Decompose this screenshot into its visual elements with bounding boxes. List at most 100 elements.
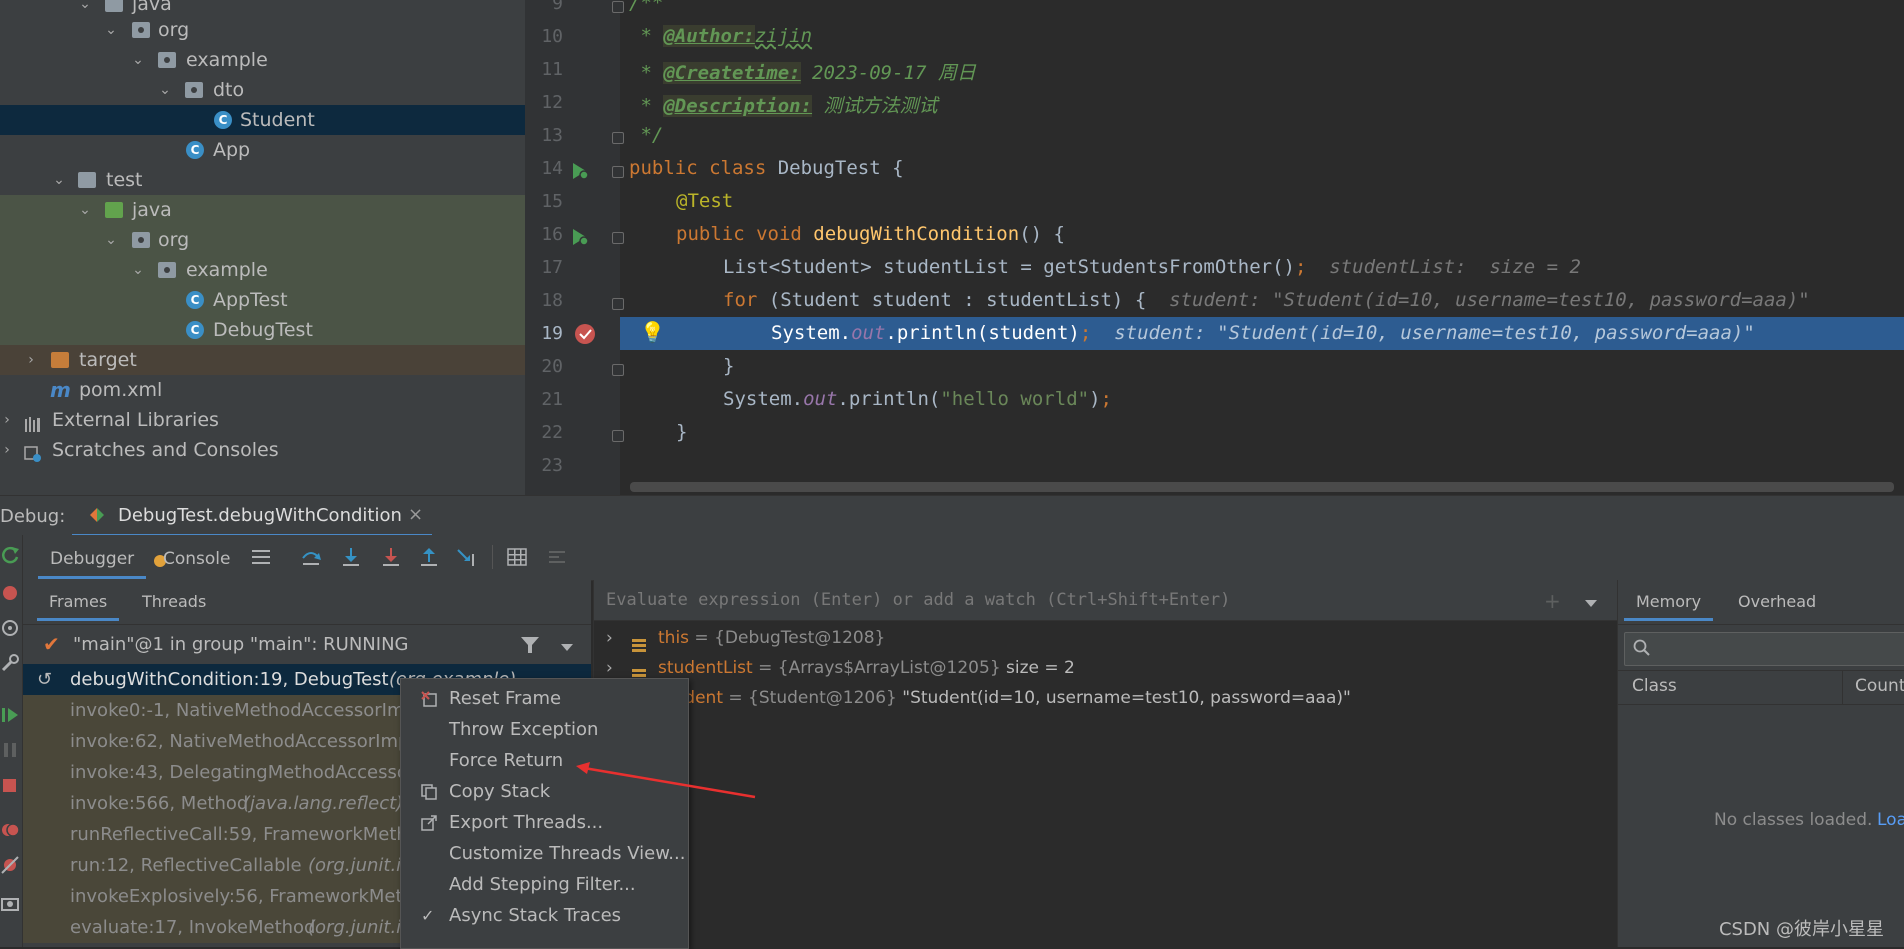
tree-item-dto[interactable]: ⌄ dto	[0, 75, 525, 105]
rerun-icon[interactable]	[0, 545, 20, 569]
line-number: 23	[541, 455, 563, 476]
line-number: 19	[541, 323, 563, 344]
chevron-down-icon[interactable]: ⌄	[104, 233, 118, 247]
close-icon[interactable]: ×	[408, 504, 423, 525]
chevron-down-icon[interactable]	[560, 638, 574, 657]
tree-item-org[interactable]: ⌄ org	[0, 15, 525, 45]
chevron-down-icon[interactable]: ⌄	[158, 83, 172, 97]
tab-threads[interactable]: Threads	[142, 592, 206, 611]
tree-item-java-test[interactable]: ⌄ java	[0, 195, 525, 225]
menu-item-async-stack-traces[interactable]: ✓ Async Stack Traces	[401, 900, 688, 931]
tab-debugger[interactable]: Debugger	[37, 549, 147, 579]
tree-item-org-test[interactable]: ⌄ org	[0, 225, 525, 255]
debug-config-icon	[88, 506, 106, 528]
step-over-icon[interactable]	[300, 546, 322, 568]
mute-breakpoints-icon[interactable]	[0, 855, 20, 879]
chevron-right-icon[interactable]: ›	[606, 623, 613, 653]
breakpoint-icon[interactable]	[574, 323, 596, 349]
tree-item-example[interactable]: ⌄ example	[0, 45, 525, 75]
add-watch-icon[interactable]: +	[1544, 589, 1561, 613]
lightbulb-icon[interactable]: 💡	[640, 320, 665, 344]
tab-frames[interactable]: Frames	[36, 592, 120, 621]
column-class[interactable]: Class	[1632, 676, 1677, 696]
run-to-cursor-icon[interactable]	[456, 546, 478, 568]
chevron-down-icon[interactable]: ⌄	[131, 53, 145, 67]
stop-icon[interactable]	[0, 775, 20, 799]
export-icon	[421, 815, 437, 831]
chevron-right-icon[interactable]: ›	[0, 413, 14, 427]
chevron-right-icon[interactable]: ›	[0, 443, 14, 457]
fold-icon[interactable]	[612, 166, 624, 178]
menu-item-add-stepping-filter[interactable]: Add Stepping Filter...	[401, 869, 688, 900]
show-execution-point-icon[interactable]	[250, 546, 272, 568]
chevron-down-icon[interactable]	[1584, 594, 1598, 613]
tree-item-test[interactable]: ⌄ test	[0, 165, 525, 195]
code-editor[interactable]: 9 10 11 12 13 14 15 16 17 18 19 20 21 22…	[525, 0, 1904, 495]
menu-item-customize-threads-view[interactable]: Customize Threads View...	[401, 838, 688, 869]
tree-item-apptest[interactable]: C AppTest	[0, 285, 525, 315]
debug-session-tab[interactable]: DebugTest.debugWithCondition ×	[72, 496, 432, 537]
checkmark-icon: ✔	[43, 632, 60, 656]
pause-icon[interactable]	[0, 740, 20, 764]
tree-item-external-libraries[interactable]: › External Libraries	[0, 405, 525, 435]
variable-row[interactable]: › studentList = {Arrays$ArrayList@1205} …	[594, 653, 1614, 683]
chevron-down-icon[interactable]: ⌄	[104, 23, 118, 37]
tab-memory[interactable]: Memory	[1623, 592, 1714, 621]
evaluate-input[interactable]: Evaluate expression (Enter) or add a wat…	[606, 590, 1230, 610]
fold-icon[interactable]	[612, 132, 624, 144]
load-classes-link[interactable]: Load	[1877, 810, 1904, 830]
run-test-icon[interactable]	[569, 226, 591, 252]
menu-item-export-threads[interactable]: Export Threads...	[401, 807, 688, 838]
line-number: 12	[541, 92, 563, 113]
variable-row[interactable]: › this = {DebugTest@1208}	[594, 623, 1614, 653]
settings-icon[interactable]	[0, 618, 20, 642]
chevron-down-icon[interactable]: ⌄	[78, 203, 92, 217]
line-number: 20	[541, 356, 563, 377]
memory-panel: Memory Overhead Class Count No classes l…	[1617, 580, 1904, 947]
trace-current-stream-icon[interactable]	[546, 546, 568, 568]
fold-icon[interactable]	[612, 430, 624, 442]
tree-item-target[interactable]: › target	[0, 345, 525, 375]
rerun-failed-icon[interactable]	[0, 583, 20, 607]
watch-input-bar[interactable]: Evaluate expression (Enter) or add a wat…	[594, 580, 1617, 621]
chevron-down-icon[interactable]: ⌄	[131, 263, 145, 277]
variable-row[interactable]: student = {Student@1206} "Student(id=10,…	[594, 683, 1614, 713]
resume-program-icon[interactable]	[0, 705, 20, 729]
chevron-down-icon[interactable]: ⌄	[78, 0, 92, 11]
divider	[1842, 670, 1843, 704]
horizontal-scrollbar[interactable]	[630, 482, 1894, 492]
menu-item-throw-exception[interactable]: Throw Exception	[401, 714, 688, 745]
tree-item-example-test[interactable]: ⌄ example	[0, 255, 525, 285]
fold-icon[interactable]	[612, 232, 624, 244]
tree-item-scratches[interactable]: › Scratches and Consoles	[0, 435, 525, 465]
tab-console[interactable]: Console	[163, 549, 231, 569]
tree-item-debugtest[interactable]: C DebugTest	[0, 315, 525, 345]
view-breakpoints-icon[interactable]	[0, 820, 20, 844]
frame-context-menu: Reset Frame Throw Exception Force Return…	[400, 678, 689, 949]
chevron-right-icon[interactable]: ›	[24, 353, 38, 367]
memory-search-input[interactable]	[1624, 632, 1904, 666]
tree-item-app[interactable]: C App	[0, 135, 525, 165]
column-count[interactable]: Count	[1855, 676, 1904, 696]
evaluate-expression-icon[interactable]	[506, 546, 528, 568]
run-test-icon[interactable]	[569, 160, 591, 186]
force-step-into-icon[interactable]	[380, 546, 402, 568]
step-into-icon[interactable]	[340, 546, 362, 568]
fold-icon[interactable]	[612, 298, 624, 310]
tab-overhead[interactable]: Overhead	[1738, 592, 1816, 611]
tree-item-student[interactable]: C Student	[0, 105, 525, 135]
filter-icon[interactable]	[520, 635, 540, 659]
thread-selector[interactable]: ✔ "main"@1 in group "main": RUNNING	[23, 626, 591, 662]
chevron-down-icon[interactable]: ⌄	[52, 173, 66, 187]
line-number: 10	[541, 26, 563, 47]
step-out-icon[interactable]	[418, 546, 440, 568]
line-number: 16	[541, 224, 563, 245]
tree-item-pom[interactable]: m pom.xml	[0, 375, 525, 405]
fold-icon[interactable]	[612, 1, 624, 13]
camera-icon[interactable]	[0, 893, 20, 917]
wrench-icon[interactable]	[0, 653, 20, 677]
fold-icon[interactable]	[612, 364, 624, 376]
maven-icon: m	[50, 378, 71, 402]
debug-toolwindow-header: Debug: DebugTest.debugWithCondition ×	[0, 495, 1904, 537]
menu-item-reset-frame[interactable]: Reset Frame	[401, 683, 688, 714]
